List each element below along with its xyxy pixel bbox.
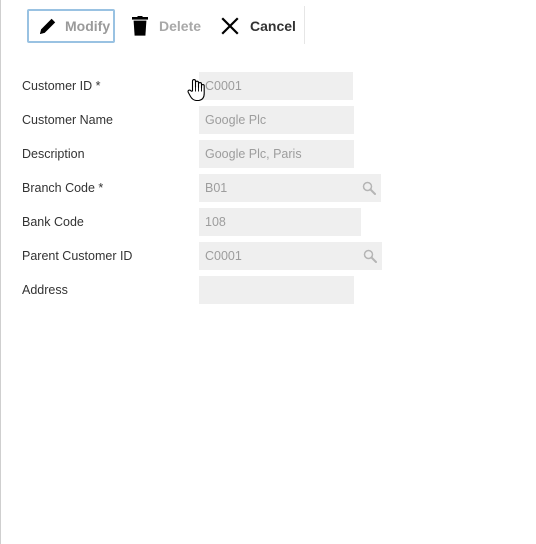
parent-customer-id-label: Parent Customer ID [22,249,133,263]
cancel-button[interactable]: Cancel [221,9,299,43]
pencil-icon [40,18,56,34]
cancel-label: Cancel [250,18,296,34]
address-label: Address [22,283,68,297]
trash-icon [132,16,148,36]
hand-cursor-icon [187,79,205,102]
description-label: Description [22,147,85,161]
customer-id-input[interactable] [199,72,353,100]
customer-name-label: Customer Name [22,113,113,127]
close-icon [221,17,239,35]
search-icon[interactable] [363,249,377,263]
delete-button[interactable]: Delete [132,9,210,43]
modify-label: Modify [65,18,111,34]
modify-button[interactable]: Modify [27,9,115,43]
delete-label: Delete [159,18,202,34]
action-toolbar: Modify Delete Cancel [22,6,305,44]
bank-code-input[interactable] [199,208,361,236]
customer-name-input[interactable] [199,106,354,134]
parent-customer-id-input[interactable] [199,242,382,270]
address-input[interactable] [199,276,354,304]
branch-code-label: Branch Code * [22,181,104,195]
bank-code-label: Bank Code [22,215,84,229]
customer-id-label: Customer ID * [22,79,101,93]
description-input[interactable] [199,140,354,168]
branch-code-input[interactable] [199,174,381,202]
panel-left-border [0,0,1,544]
search-icon[interactable] [362,181,376,195]
